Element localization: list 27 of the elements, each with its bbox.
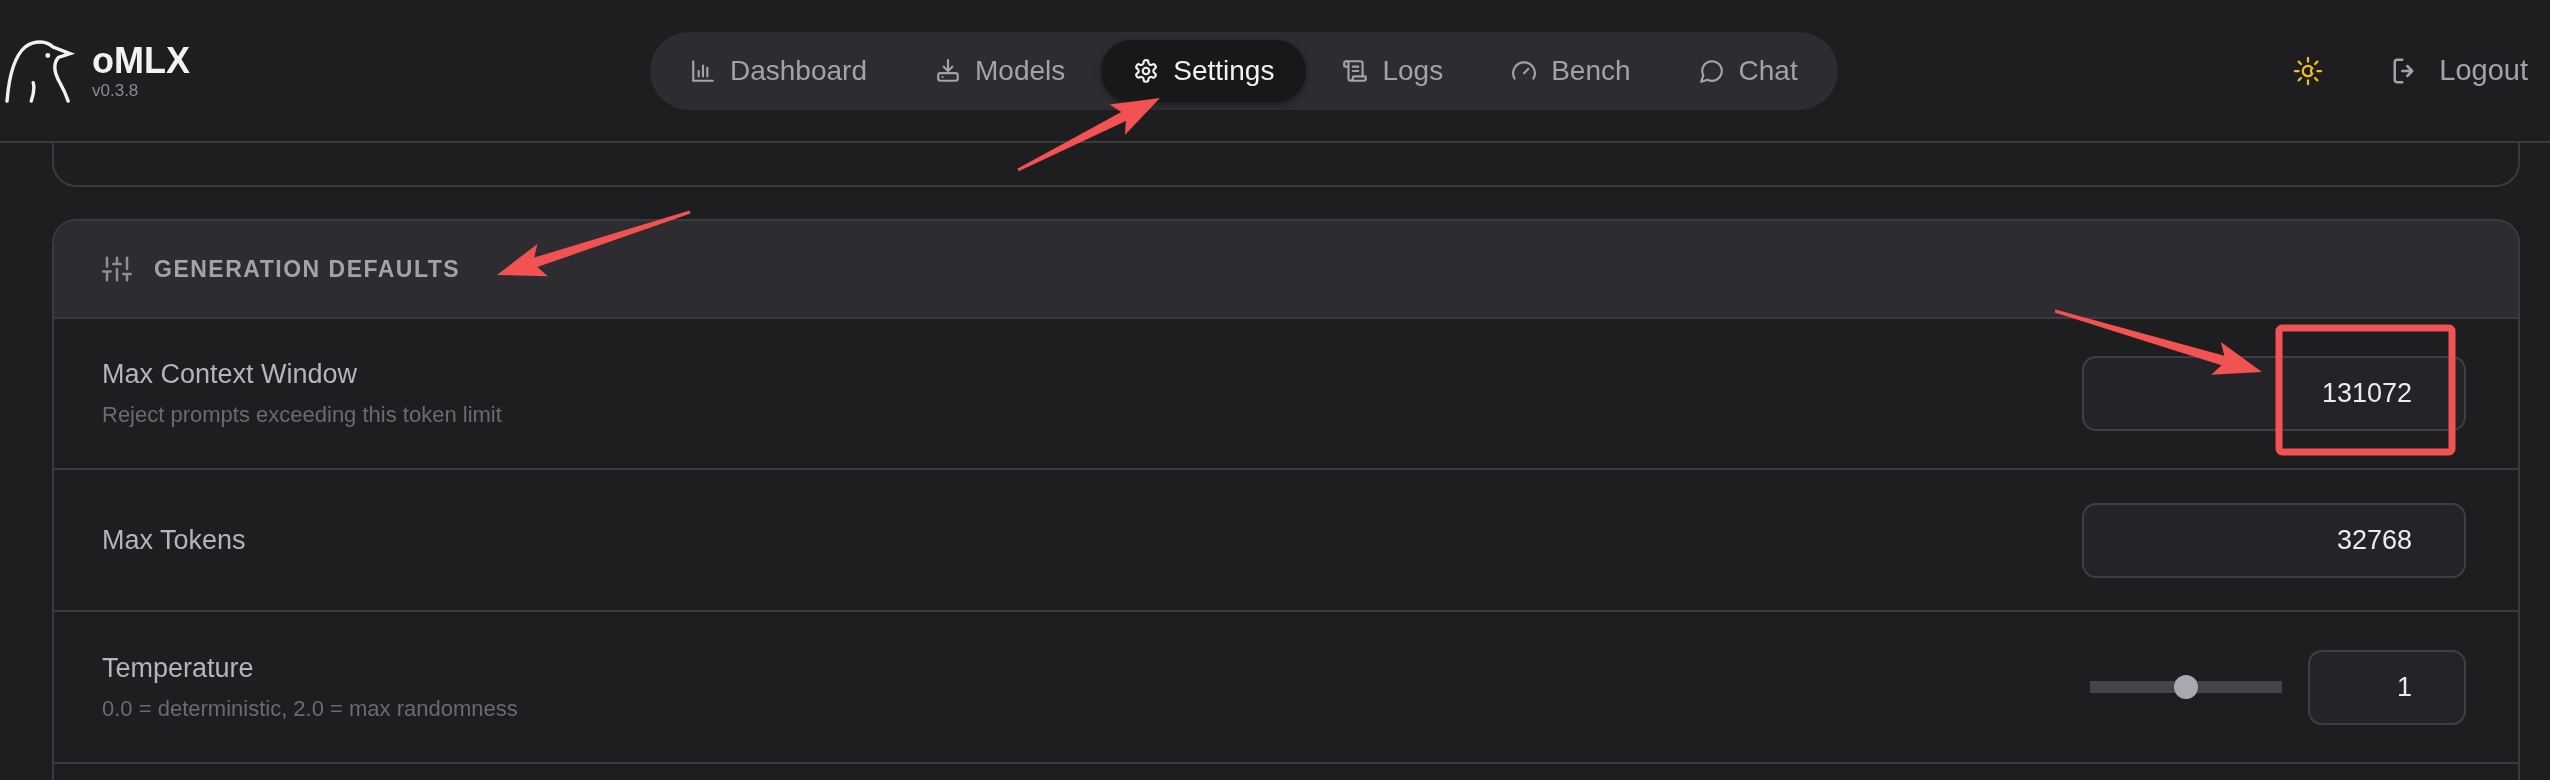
bird-logo-icon bbox=[4, 38, 76, 103]
settings-icon bbox=[1133, 57, 1160, 84]
nav-tab[interactable]: Bench bbox=[1479, 39, 1663, 102]
nav-tab[interactable]: Chat bbox=[1666, 39, 1830, 102]
app-version: v0.3.8 bbox=[92, 81, 140, 99]
section-title: GENERATION DEFAULTS bbox=[154, 255, 461, 283]
setting-label: Temperature bbox=[102, 652, 255, 684]
setting-label: Max Context Window bbox=[102, 359, 359, 390]
number-field[interactable]: 1 bbox=[2308, 649, 2466, 725]
logout-button[interactable]: Logout bbox=[2391, 54, 2528, 87]
number-field[interactable]: 131072 bbox=[2082, 356, 2466, 431]
setting-description: 0.0 = deterministic, 2.0 = max randomness bbox=[102, 695, 518, 722]
scroll-icon bbox=[1342, 57, 1369, 84]
setting-label: Max Tokens bbox=[102, 524, 246, 556]
download-icon bbox=[935, 57, 961, 84]
slider-thumb[interactable] bbox=[2174, 675, 2198, 699]
nav-tab[interactable]: Dashboard bbox=[658, 39, 899, 102]
nav-tab[interactable]: Logs bbox=[1310, 39, 1476, 102]
number-field[interactable]: 32768 bbox=[2082, 502, 2466, 578]
bar-chart-icon bbox=[690, 57, 716, 84]
sun-moon-icon[interactable] bbox=[2293, 55, 2324, 86]
setting-description: Reject prompts exceeding this token limit bbox=[102, 402, 502, 428]
nav-tab[interactable]: Settings bbox=[1101, 39, 1307, 102]
nav-tab[interactable]: Models bbox=[903, 39, 1098, 102]
sliders-icon bbox=[102, 254, 132, 284]
app-name: oMLX bbox=[92, 42, 190, 79]
speech-bubble-icon bbox=[1698, 57, 1725, 84]
